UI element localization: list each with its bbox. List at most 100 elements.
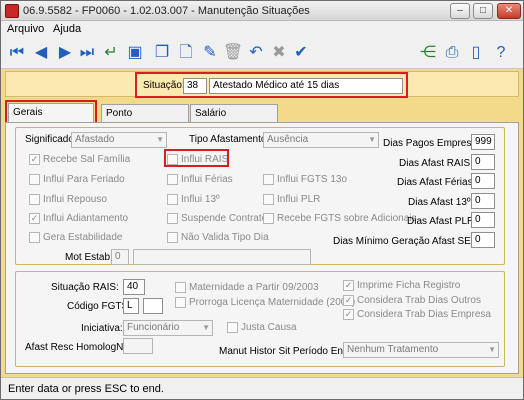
influi-13-checkbox[interactable] [167,194,178,205]
window-title: 06.9.5582 - FP0060 - 1.02.03.007 - Manut… [23,5,310,17]
situacao-rais-field[interactable]: 40 [123,279,145,295]
gera-estabilidade-checkbox[interactable] [29,232,40,243]
codigo-fgts-field[interactable]: L [123,298,139,314]
situacao-code-field[interactable]: 38 [183,78,207,94]
tipo-afastamento-label: Tipo Afastamento: [189,134,270,145]
maternidade-label: Maternidade a Partir 09/2003 [189,282,319,293]
confirm-icon[interactable]: ✔ [291,43,311,63]
trab-dias-empresa-label: Considera Trab Dias Empresa [357,309,491,320]
influi-plr-checkbox[interactable] [263,194,274,205]
influi-rais-highlight [164,149,229,167]
view-icon[interactable]: ▣ [125,43,145,63]
codigo-fgts-extra-field[interactable] [143,298,163,314]
mot-estab-code-field[interactable]: 0 [111,249,129,265]
dias-afast-ferias-label: Dias Afast Férias: [397,177,476,188]
influi-feriado-checkbox[interactable] [29,174,40,185]
close-button[interactable]: ✕ [497,3,521,19]
dias-afast-plr-label: Dias Afast PLR: [407,216,478,227]
suspende-contrato-checkbox[interactable] [167,213,178,224]
justa-causa-checkbox[interactable] [227,322,238,333]
significado-value: Afastado [75,134,115,145]
last-record-icon[interactable]: ⏭ [77,43,97,63]
influi-feriado-label: Influi Para Feriado [43,174,125,185]
tipo-afastamento-select[interactable]: Ausência ▼ [263,132,379,148]
significado-select[interactable]: Afastado ▼ [71,132,167,148]
influi-adiantamento-checkbox[interactable]: ✓ [29,213,40,224]
influi-fgts-13o-label: Influi FGTS 13o [277,174,348,185]
iniciativa-value: Funcionário [127,322,180,333]
tab-salario[interactable]: Salário [190,104,278,123]
new-icon[interactable]: 🗋 [176,43,196,63]
dias-pagos-label: Dias Pagos Empresa: [383,138,480,149]
status-bar: Enter data or press ESC to end. [1,377,523,399]
cancel-icon[interactable]: ✖ [269,43,289,63]
copy-icon[interactable]: ❐ [152,43,172,63]
print-icon[interactable]: ⎙ [442,43,462,63]
influi-adiantamento-label: Influi Adiantamento [43,213,129,224]
app-window: 06.9.5582 - FP0060 - 1.02.03.007 - Manut… [0,0,524,400]
first-record-icon[interactable]: ⏮ [7,43,27,63]
menu-ajuda[interactable]: Ajuda [53,23,81,35]
prorroga-licenca-label: Prorroga Licença Maternidade (2009) [189,297,356,308]
justa-causa-label: Justa Causa [241,322,297,333]
recebe-sal-familia-checkbox[interactable]: ✓ [29,154,40,165]
edit-icon[interactable]: ✎ [200,43,220,63]
dias-sefip-field[interactable]: 0 [471,232,495,248]
nao-valida-tipo-dia-label: Não Valida Tipo Dia [181,232,269,243]
previous-record-icon[interactable]: ◀ [31,43,51,63]
imprime-ficha-checkbox[interactable]: ✓ [343,280,354,291]
influi-ferias-checkbox[interactable] [167,174,178,185]
dias-afast-plr-field[interactable]: 0 [471,212,495,228]
codigo-fgts-label: Código FGTS: [67,301,131,312]
mot-estab-description-field[interactable] [133,249,311,265]
maximize-button[interactable]: □ [473,3,493,19]
dias-afast-13-field[interactable]: 0 [471,193,495,209]
tab-ponto[interactable]: Ponto [101,104,189,123]
trab-dias-empresa-checkbox[interactable]: ✓ [343,309,354,320]
undo-icon[interactable]: ↶ [246,43,266,63]
situacao-description-field[interactable]: Atestado Médico até 15 dias [209,78,403,94]
suspende-contrato-label: Suspende Contrato [181,213,268,224]
app-logo-icon [5,4,19,18]
enter-icon[interactable]: ↵ [101,43,121,63]
dias-afast-ferias-field[interactable]: 0 [471,173,495,189]
imprime-ficha-label: Imprime Ficha Registro [357,280,461,291]
afast-resc-label: Afast Resc HomologNet: [25,342,135,353]
influi-repouso-checkbox[interactable] [29,194,40,205]
exit-icon[interactable]: ▯ [466,43,486,63]
prorroga-licenca-checkbox[interactable] [175,297,186,308]
trab-dias-outros-checkbox[interactable]: ✓ [343,295,354,306]
dias-afast-13-label: Dias Afast 13º: [408,197,474,208]
chevron-down-icon: ▼ [156,135,164,144]
chevron-down-icon: ▼ [368,135,376,144]
dias-sefip-label: Dias Mínimo Geração Afast SEFIP: [333,236,490,247]
help-icon[interactable]: ? [491,43,511,63]
recebe-sal-familia-label: Recebe Sal Família [43,154,131,165]
mot-estab-label: Mot Estab: [65,252,113,263]
tipo-afastamento-value: Ausência [267,134,309,145]
afast-resc-field[interactable] [123,338,153,354]
influi-13-label: Influi 13º [181,194,220,205]
delete-icon[interactable]: 🗑 [223,43,243,63]
manut-histor-select[interactable]: Nenhum Tratamento ▼ [343,342,499,358]
situacao-rais-label: Situação RAIS: [51,282,119,293]
significado-label: Significado: [25,134,77,145]
recebe-fgts-adicionais-checkbox[interactable] [263,213,274,224]
influi-ferias-label: Influi Férias [181,174,233,185]
iniciativa-select[interactable]: Funcionário ▼ [123,320,213,336]
dias-pagos-field[interactable]: 999 [471,134,495,150]
maternidade-checkbox[interactable] [175,282,186,293]
nao-valida-tipo-dia-checkbox[interactable] [167,232,178,243]
chevron-down-icon: ▼ [488,345,496,354]
next-record-icon[interactable]: ▶ [55,43,75,63]
minimize-button[interactable]: – [450,3,470,19]
influi-repouso-label: Influi Repouso [43,194,107,205]
tree-icon[interactable]: ⋲ [418,43,438,63]
dias-afast-rais-field[interactable]: 0 [471,154,495,170]
menu-arquivo[interactable]: Arquivo [7,23,44,35]
manut-histor-label: Manut Histor Sit Período Encer: [219,346,360,357]
influi-fgts-13o-checkbox[interactable] [263,174,274,185]
influi-plr-label: Influi PLR [277,194,321,205]
iniciativa-label: Iniciativa: [81,323,123,334]
menu-bar: Arquivo Ajuda [1,21,523,37]
